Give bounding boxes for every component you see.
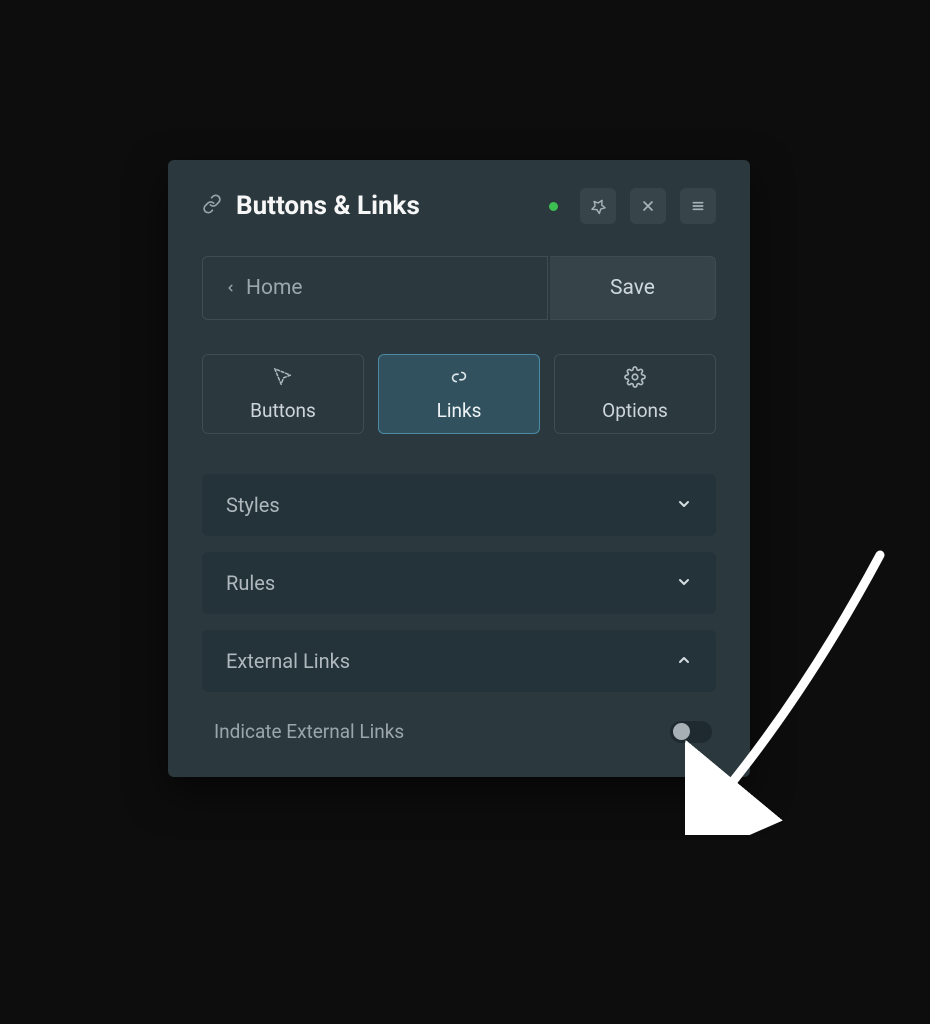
pin-button[interactable] — [580, 188, 616, 224]
panel-header: Buttons & Links — [202, 188, 716, 224]
accordion-label: External Links — [226, 649, 350, 673]
home-button[interactable]: Home — [202, 256, 548, 320]
accordion-label: Styles — [226, 493, 280, 517]
chain-icon — [448, 366, 470, 393]
panel-title: Buttons & Links — [236, 191, 535, 221]
tab-options[interactable]: Options — [554, 354, 716, 434]
tab-label: Options — [602, 399, 668, 422]
tab-links[interactable]: Links — [378, 354, 540, 434]
setting-label: Indicate External Links — [214, 720, 404, 743]
indicate-external-links-toggle[interactable] — [670, 721, 712, 743]
gear-icon — [624, 366, 646, 393]
save-button[interactable]: Save — [550, 256, 716, 320]
tab-group: Buttons Links Options — [202, 354, 716, 434]
tab-label: Links — [437, 399, 482, 422]
accordion-rules[interactable]: Rules — [202, 552, 716, 614]
tab-label: Buttons — [250, 399, 316, 422]
chevron-down-icon — [676, 493, 692, 517]
tab-buttons[interactable]: Buttons — [202, 354, 364, 434]
toggle-knob — [673, 723, 690, 740]
accordion-label: Rules — [226, 571, 275, 595]
settings-panel: Buttons & Links Home Save Buttons — [168, 160, 750, 777]
status-indicator — [549, 202, 558, 211]
cursor-icon — [272, 366, 294, 393]
home-label: Home — [246, 276, 303, 300]
accordion-styles[interactable]: Styles — [202, 474, 716, 536]
close-button[interactable] — [630, 188, 666, 224]
chevron-left-icon — [225, 280, 236, 296]
save-label: Save — [610, 276, 655, 300]
menu-button[interactable] — [680, 188, 716, 224]
chevron-up-icon — [676, 649, 692, 673]
accordion-external-links[interactable]: External Links — [202, 630, 716, 692]
toolbar: Home Save — [202, 256, 716, 320]
link-icon — [202, 194, 222, 218]
chevron-down-icon — [676, 571, 692, 595]
setting-indicate-external-links: Indicate External Links — [202, 708, 716, 743]
